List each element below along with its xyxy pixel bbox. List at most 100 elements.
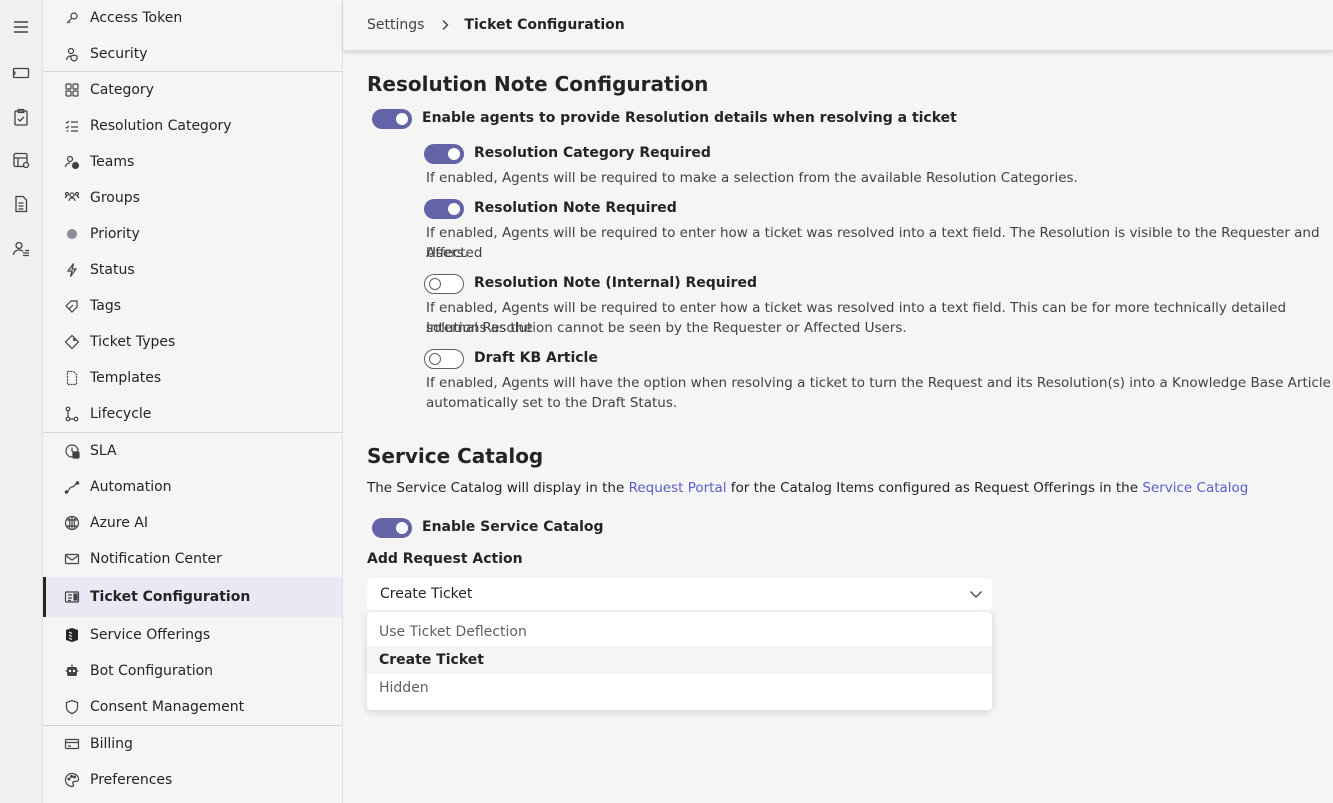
bot-icon (63, 662, 81, 680)
sidebar-item-label: Azure AI (90, 515, 149, 531)
resolution-note-required-desc-line1: If enabled, Agents will be required to e… (426, 225, 1320, 261)
service-catalog-description: The Service Catalog will display in the … (367, 478, 1248, 498)
sidebar-item-category[interactable]: Category (43, 72, 342, 108)
ticket-icon[interactable] (0, 58, 42, 88)
option-use-ticket-deflection[interactable]: Use Ticket Deflection (367, 618, 992, 646)
settings-sidebar: Access Token Security Category Resolutio… (43, 0, 343, 803)
sidebar-item-label: Lifecycle (90, 406, 152, 422)
sidebar-item-status[interactable]: Status (43, 252, 342, 288)
sidebar-item-security[interactable]: Security (43, 36, 342, 72)
enable-resolution-label: Enable agents to provide Resolution deta… (422, 110, 957, 126)
sidebar-item-automation[interactable]: Automation (43, 469, 342, 505)
sidebar-item-label: Preferences (90, 772, 173, 788)
sidebar-item-service-offerings[interactable]: Service Offerings (43, 617, 342, 653)
page-header: Settings Ticket Configuration (343, 0, 1333, 51)
sidebar-item-tags[interactable]: Tags (43, 288, 342, 324)
service-icon (63, 626, 81, 644)
main-content: Resolution Note Configuration Enable age… (343, 51, 1333, 803)
draft-kb-article-desc-line2: automatically set to the Draft Status. (426, 395, 678, 411)
request-action-dropdown-menu: Use Ticket Deflection Create Ticket Hidd… (367, 612, 992, 710)
mail-icon (63, 550, 81, 568)
ticket-config-icon (63, 588, 81, 606)
sidebar-item-consent-management[interactable]: Consent Management (43, 689, 342, 725)
automation-icon (63, 478, 81, 496)
option-create-ticket[interactable]: Create Ticket (367, 646, 992, 674)
sidebar-item-label: Status (90, 262, 135, 278)
request-portal-link[interactable]: Request Portal (629, 480, 727, 496)
groups-icon (63, 189, 81, 207)
security-icon (63, 45, 81, 63)
draft-kb-article-desc-line1: If enabled, Agents will have the option … (426, 375, 1331, 391)
sidebar-item-label: Ticket Types (90, 334, 176, 350)
sidebar-item-priority[interactable]: Priority (43, 216, 342, 252)
sidebar-item-bot-configuration[interactable]: Bot Configuration (43, 653, 342, 689)
app-rail (0, 0, 43, 803)
billing-icon (63, 735, 81, 753)
sidebar-item-label: Access Token (90, 10, 183, 26)
add-request-action-select[interactable]: Create Ticket (367, 578, 992, 610)
sidebar-item-lifecycle[interactable]: Lifecycle (43, 396, 342, 432)
lifecycle-icon (63, 405, 81, 423)
key-icon (63, 9, 81, 27)
sidebar-item-notification-center[interactable]: Notification Center (43, 541, 342, 577)
clipboard-icon[interactable] (0, 102, 42, 132)
add-request-action-label: Add Request Action (367, 551, 523, 567)
sidebar-item-label: Ticket Configuration (90, 589, 251, 605)
flash-icon (63, 261, 81, 279)
menu-icon[interactable] (0, 12, 42, 42)
sidebar-item-templates[interactable]: Templates (43, 360, 342, 396)
resolution-note-internal-toggle[interactable] (424, 274, 464, 294)
resolution-note-internal-desc-line2: Internal Resolution cannot be seen by th… (426, 320, 907, 336)
resolution-category-required-toggle[interactable] (424, 144, 464, 164)
sidebar-item-label: Consent Management (90, 699, 245, 715)
breadcrumb-settings[interactable]: Settings (367, 17, 424, 33)
option-hidden[interactable]: Hidden (367, 674, 992, 702)
sidebar-item-label: Automation (90, 479, 172, 495)
sidebar-item-billing[interactable]: Billing (43, 726, 342, 762)
tag-icon (63, 297, 81, 315)
sidebar-item-preferences[interactable]: Preferences (43, 762, 342, 798)
enable-service-catalog-toggle[interactable] (372, 518, 412, 538)
template-icon (63, 369, 81, 387)
grid-icon (63, 81, 81, 99)
sidebar-item-label: Notification Center (90, 551, 222, 567)
resolution-note-required-toggle[interactable] (424, 199, 464, 219)
resolution-section-title: Resolution Note Configuration (367, 72, 709, 96)
sidebar-item-label: SLA (90, 443, 117, 459)
sidebar-item-label: Tags (90, 298, 121, 314)
people-list-icon[interactable] (0, 234, 42, 264)
draft-kb-article-toggle[interactable] (424, 349, 464, 369)
sidebar-item-label: Teams (90, 154, 135, 170)
resolution-note-internal-label: Resolution Note (Internal) Required (474, 275, 757, 291)
sidebar-item-label: Category (90, 82, 154, 98)
sidebar-item-label: Priority (90, 226, 140, 242)
sidebar-item-label: Billing (90, 736, 133, 752)
document-icon[interactable] (0, 189, 42, 219)
sidebar-item-ticket-configuration[interactable]: Ticket Configuration (43, 577, 342, 617)
sidebar-item-groups[interactable]: Groups (43, 180, 342, 216)
service-catalog-title: Service Catalog (367, 444, 544, 468)
chevron-right-icon (438, 18, 452, 32)
sidebar-item-teams[interactable]: Teams (43, 144, 342, 180)
service-catalog-link[interactable]: Service Catalog (1142, 480, 1248, 496)
sidebar-item-sla[interactable]: SLA (43, 433, 342, 469)
teams-icon (63, 153, 81, 171)
ticket-diamond-icon (63, 333, 81, 351)
sidebar-item-label: Resolution Category (90, 118, 232, 134)
catalog-icon[interactable] (0, 145, 42, 175)
sidebar-item-label: Security (90, 46, 148, 62)
sidebar-item-label: Templates (90, 370, 162, 386)
resolution-category-required-label: Resolution Category Required (474, 145, 711, 161)
draft-kb-article-label: Draft KB Article (474, 350, 598, 366)
checklist-icon (63, 117, 81, 135)
resolution-note-required-desc-line2: Users. (426, 245, 469, 261)
sidebar-item-access-token[interactable]: Access Token (43, 0, 342, 36)
enable-resolution-toggle[interactable] (372, 109, 412, 129)
select-value: Create Ticket (380, 586, 473, 602)
sidebar-item-label: Bot Configuration (90, 663, 214, 679)
breadcrumb-current: Ticket Configuration (464, 17, 625, 33)
sidebar-item-resolution-category[interactable]: Resolution Category (43, 108, 342, 144)
sidebar-item-label: Service Offerings (90, 627, 211, 643)
sidebar-item-ticket-types[interactable]: Ticket Types (43, 324, 342, 360)
sidebar-item-azure-ai[interactable]: Azure AI (43, 505, 342, 541)
